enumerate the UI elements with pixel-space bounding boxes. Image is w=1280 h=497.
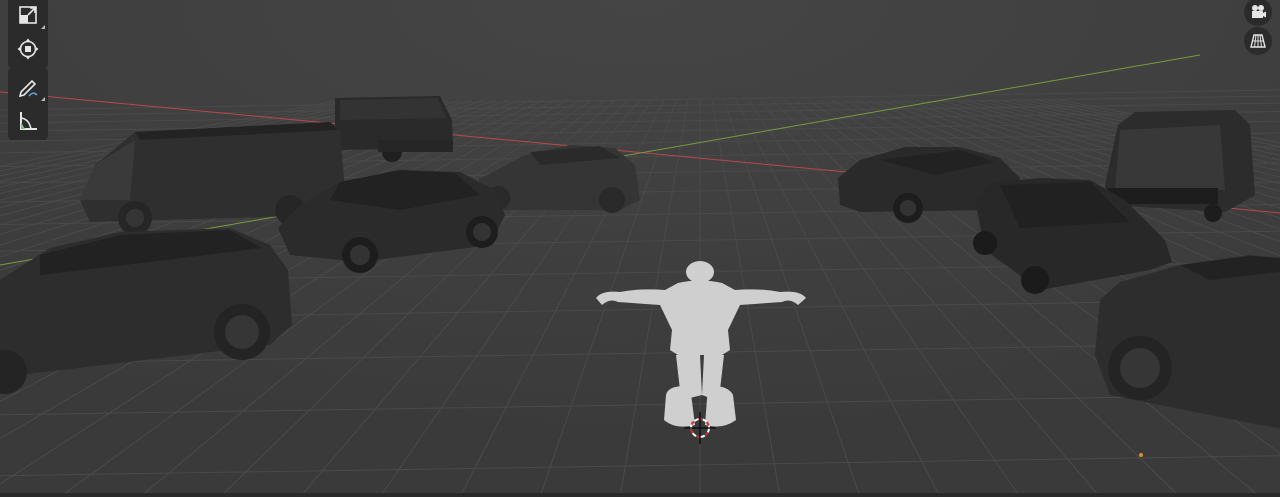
transform-tools-group — [8, 0, 48, 68]
transform-icon — [17, 38, 39, 60]
3d-viewport[interactable] — [0, 0, 1280, 497]
scale-icon — [19, 6, 37, 24]
measure-tool-button[interactable] — [8, 104, 48, 138]
viewport-scene[interactable] — [0, 0, 1280, 497]
camera-view-icon — [1252, 5, 1266, 18]
scale-tool-button[interactable] — [8, 0, 48, 32]
submenu-indicator-icon — [41, 25, 45, 29]
annotate-tools-group — [8, 68, 48, 140]
annotate-icon — [18, 79, 38, 98]
submenu-indicator-icon — [41, 97, 45, 101]
ortho-grid-icon — [1250, 34, 1266, 48]
light-origin-dot[interactable] — [1139, 453, 1143, 457]
annotate-tool-button[interactable] — [8, 70, 48, 104]
transform-tool-button[interactable] — [8, 32, 48, 66]
toggle-perspective-button[interactable] — [1244, 27, 1272, 55]
measure-icon — [20, 112, 37, 130]
viewport-bottom-edge — [0, 493, 1280, 497]
